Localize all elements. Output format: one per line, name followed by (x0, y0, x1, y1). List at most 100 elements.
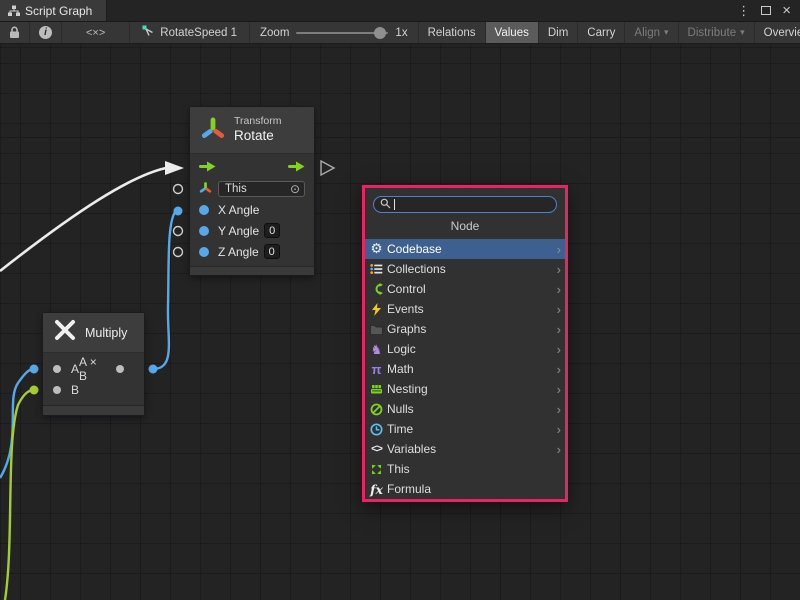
multiply-a-row: A A × B (43, 358, 144, 379)
search-input[interactable] (373, 196, 557, 213)
this-field-value: This (225, 183, 247, 195)
output-port[interactable] (116, 365, 124, 373)
window-menu-icon[interactable]: ⋮ (737, 4, 750, 17)
finder-item-codebase[interactable]: ⚙ Codebase› (365, 239, 565, 259)
finder-item-formula[interactable]: fx Formula (365, 479, 565, 499)
graph-name: RotateSpeed 1 (160, 27, 237, 39)
y-angle-port[interactable] (199, 226, 209, 236)
a-input-port[interactable] (53, 365, 61, 373)
finder-item-math[interactable]: π Math› (365, 359, 565, 379)
a-label: A (71, 362, 79, 376)
finder-item-this[interactable]: This (365, 459, 565, 479)
flow-wire-arrowhead (165, 161, 184, 175)
multiply-node[interactable]: Multiply A A × B B (43, 313, 144, 415)
b-label: B (71, 383, 79, 397)
wire-into-multiply-b[interactable] (5, 390, 34, 600)
maximize-icon[interactable] (761, 6, 771, 15)
finder-item-nulls[interactable]: Nulls› (365, 399, 565, 419)
code-preview-button[interactable]: <×> (62, 22, 130, 43)
align-dropdown[interactable]: Align▾ (625, 22, 678, 43)
close-icon[interactable]: × (782, 3, 791, 18)
logic-knight-icon: ♞ (368, 341, 385, 357)
multiply-output-port[interactable] (149, 365, 158, 374)
info-icon: i (39, 26, 52, 39)
graph-hierarchy-icon (8, 5, 20, 17)
x-angle-port[interactable] (199, 205, 209, 215)
finder-item-graphs[interactable]: Graphs› (365, 319, 565, 339)
variables-icon: <> (368, 441, 385, 457)
chevron-down-icon: ▾ (740, 27, 745, 38)
graph-asset-icon (142, 25, 154, 40)
lock-icon (9, 26, 20, 39)
this-object-field[interactable]: This ⊙ (218, 181, 305, 197)
lock-button[interactable] (0, 22, 30, 43)
z-angle-label: Z Angle (218, 245, 259, 259)
x-angle-row: X Angle (190, 199, 314, 220)
chevron-down-icon: ▾ (664, 27, 669, 38)
node-footer (43, 405, 144, 415)
flow-wire[interactable] (0, 168, 166, 271)
multiply-a-outer-port[interactable] (30, 365, 39, 374)
window-controls: ⋮ × (737, 0, 800, 21)
x-angle-label: X Angle (218, 203, 259, 217)
collections-icon (368, 261, 385, 277)
z-angle-port[interactable] (199, 247, 209, 257)
tab-script-graph[interactable]: Script Graph (0, 0, 107, 21)
finder-item-nesting[interactable]: Nesting› (365, 379, 565, 399)
y-angle-outer-port[interactable] (174, 227, 183, 236)
tab-bar: Script Graph ⋮ × (0, 0, 800, 22)
finder-item-logic[interactable]: ♞ Logic› (365, 339, 565, 359)
chevron-right-icon: › (557, 363, 561, 376)
flow-out-outer-port[interactable] (321, 161, 334, 175)
math-pi-icon: π (368, 361, 385, 377)
info-button[interactable]: i (30, 22, 62, 43)
wire-into-multiply-a[interactable] (0, 369, 34, 478)
x-angle-outer-port[interactable] (174, 207, 183, 216)
z-angle-outer-port[interactable] (174, 248, 183, 257)
dim-button[interactable]: Dim (539, 22, 578, 43)
y-angle-input[interactable]: 0 (264, 223, 280, 238)
chevron-right-icon: › (557, 303, 561, 316)
zoom-value: 1x (395, 27, 407, 39)
zoom-label: Zoom (260, 27, 289, 39)
flow-in-port[interactable] (199, 161, 216, 175)
chevron-right-icon: › (557, 243, 561, 256)
values-button[interactable]: Values (486, 22, 539, 43)
control-icon (368, 281, 385, 297)
chevron-right-icon: › (557, 403, 561, 416)
nesting-icon (368, 381, 385, 397)
toolbar-toggles: Relations Values Dim Carry Align▾ Distri… (419, 22, 800, 43)
zoom-slider[interactable] (296, 27, 388, 39)
flow-out-port[interactable] (288, 161, 305, 175)
finder-item-time[interactable]: Time› (365, 419, 565, 439)
chevron-right-icon: › (557, 263, 561, 276)
carry-button[interactable]: Carry (578, 22, 625, 43)
finder-item-events[interactable]: Events› (365, 299, 565, 319)
graph-toolbar: i <×> RotateSpeed 1 Zoom 1x Relati (0, 22, 800, 44)
finder-item-variables[interactable]: <> Variables› (365, 439, 565, 459)
y-angle-label: Y Angle (218, 224, 259, 238)
finder-item-control[interactable]: Control› (365, 279, 565, 299)
node-footer (190, 266, 314, 275)
this-outer-port[interactable] (174, 185, 183, 194)
multiply-b-outer-port[interactable] (30, 386, 39, 395)
flow-ports-row (190, 157, 314, 178)
chevron-right-icon: › (557, 383, 561, 396)
finder-item-collections[interactable]: Collections› (365, 259, 565, 279)
graph-canvas[interactable]: Transform Rotate (0, 44, 800, 600)
overview-button[interactable]: Overview (755, 22, 800, 43)
finder-header: Node (365, 219, 565, 235)
multiply-to-xangle-wire[interactable] (153, 211, 176, 369)
b-input-port[interactable] (53, 386, 61, 394)
zoom-slider-knob[interactable] (374, 27, 386, 39)
rotate-node[interactable]: Transform Rotate (190, 107, 314, 275)
relations-button[interactable]: Relations (419, 22, 486, 43)
z-angle-input[interactable]: 0 (264, 244, 280, 259)
transform-mini-icon (199, 181, 212, 197)
fuzzy-finder-popup: Node ⚙ Codebase› Collections› Control› (362, 185, 568, 502)
object-picker-icon[interactable]: ⊙ (290, 183, 300, 195)
code-toggle-icon: <×> (86, 27, 105, 39)
graph-breadcrumb[interactable]: RotateSpeed 1 (130, 22, 250, 43)
distribute-dropdown[interactable]: Distribute▾ (679, 22, 755, 43)
a-times-b-label: A × B (79, 355, 108, 383)
